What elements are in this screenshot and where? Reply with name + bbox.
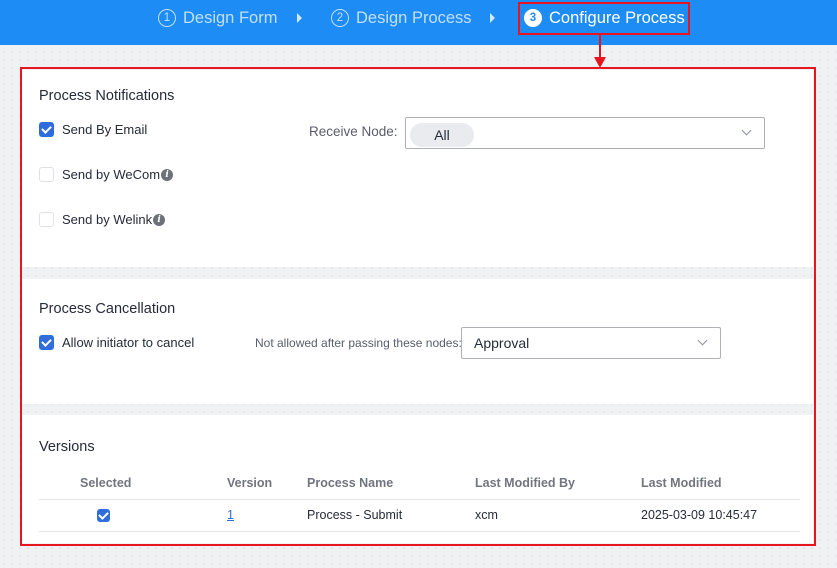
nodes-select[interactable]: Approval [461, 327, 721, 359]
step-design-process[interactable]: 2 Design Process [331, 0, 472, 36]
checkbox-checked-icon[interactable] [39, 122, 54, 137]
column-header-last-modified-by[interactable]: Last Modified By [475, 476, 575, 490]
column-header-version[interactable]: Version [227, 476, 272, 490]
chevron-down-icon [741, 125, 752, 136]
info-icon[interactable]: i [153, 213, 166, 226]
receive-node-select[interactable]: All [405, 117, 765, 149]
column-header-last-modified[interactable]: Last Modified [641, 476, 722, 490]
versions-card: Versions Selected Version Process Name L… [21, 415, 813, 543]
send-by-welink-option[interactable]: Send by Welink i [39, 212, 166, 227]
option-label: Send by WeCom [62, 167, 161, 182]
process-name-cell: Process - Submit [307, 508, 403, 522]
modified-by-cell: xcm [475, 508, 498, 522]
checkbox-icon[interactable] [39, 212, 54, 227]
caret-right-icon [297, 13, 302, 23]
checkbox-icon[interactable] [39, 167, 54, 182]
version-link[interactable]: 1 [227, 508, 234, 522]
highlight-box [518, 2, 690, 35]
notifications-title: Process Notifications [39, 88, 175, 104]
table-divider [39, 499, 800, 500]
option-label: Allow initiator to cancel [62, 335, 195, 350]
notifications-card: Process Notifications Send By Email Send… [21, 70, 813, 267]
step-label: Design Process [356, 8, 472, 27]
step-header: 1 Design Form 2 Design Process 3 Configu… [0, 0, 837, 45]
selected-node-tag[interactable]: All [410, 123, 474, 147]
last-modified-cell: 2025-03-09 10:45:47 [641, 508, 758, 522]
step-design-form[interactable]: 1 Design Form [158, 0, 277, 36]
chevron-down-icon [697, 335, 708, 346]
caret-right-icon [490, 13, 495, 23]
nodes-select-value: Approval [474, 335, 530, 351]
send-by-wecom-option[interactable]: Send by WeCom i [39, 167, 174, 182]
annotation-arrow-icon [594, 57, 606, 68]
step-label: Design Form [183, 8, 278, 27]
column-header-process-name[interactable]: Process Name [307, 476, 393, 490]
receive-node-label: Receive Node: [309, 124, 398, 139]
step-number: 2 [331, 9, 349, 27]
nodes-label: Not allowed after passing these nodes: [255, 336, 462, 350]
cancellation-card: Process Cancellation Allow initiator to … [21, 279, 813, 404]
send-by-email-option[interactable]: Send By Email [39, 122, 147, 137]
option-label: Send by Welink [62, 212, 153, 227]
row-select-checkbox[interactable] [97, 509, 110, 522]
column-header-selected[interactable]: Selected [80, 476, 131, 490]
option-label: Send By Email [62, 122, 148, 137]
cancellation-title: Process Cancellation [39, 301, 176, 317]
versions-title: Versions [39, 439, 95, 455]
info-icon[interactable]: i [161, 168, 174, 181]
step-number: 1 [158, 9, 176, 27]
allow-cancel-option[interactable]: Allow initiator to cancel [39, 335, 194, 350]
annotation-arrow-line [599, 35, 601, 59]
table-divider [39, 531, 800, 532]
checkbox-checked-icon[interactable] [39, 335, 54, 350]
